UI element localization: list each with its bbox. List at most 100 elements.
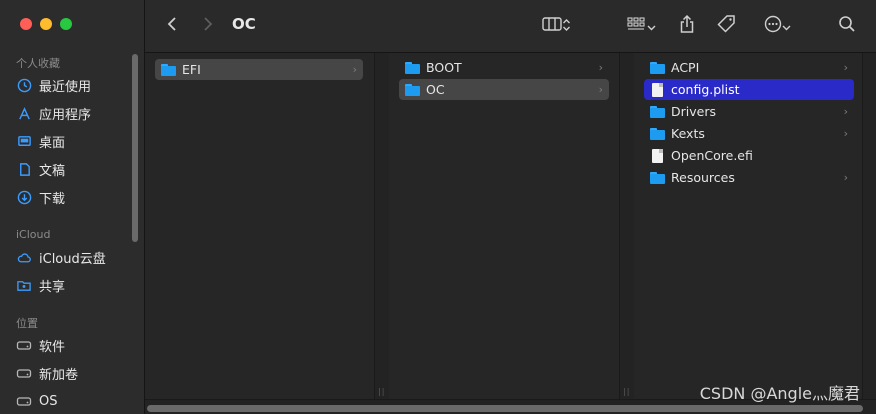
item-name: Drivers <box>671 104 716 119</box>
item-name: Kexts <box>671 126 705 141</box>
tag-button[interactable] <box>715 14 739 38</box>
sidebar-item-drive-os[interactable]: OS <box>16 390 57 412</box>
sidebar-item-label: iCloud云盘 <box>39 251 106 267</box>
list-item-efi[interactable]: EFI › <box>155 59 363 80</box>
folder-icon <box>650 127 665 140</box>
forward-button[interactable] <box>197 14 219 38</box>
list-item-kexts[interactable]: Kexts › <box>644 123 854 144</box>
list-item-oc[interactable]: OC › <box>399 79 609 100</box>
sidebar-item-icloud-drive[interactable]: iCloud云盘 <box>16 246 106 268</box>
sidebar-heading-favorites: 个人收藏 <box>16 57 60 70</box>
item-name: OC <box>426 82 445 97</box>
sidebar-scrollbar[interactable] <box>132 54 138 242</box>
column-divider[interactable] <box>862 53 876 400</box>
more-actions-button[interactable] <box>757 14 797 38</box>
sidebar-item-downloads[interactable]: 下载 <box>16 186 65 208</box>
minimize-button[interactable] <box>40 18 52 30</box>
window-controls <box>20 18 72 30</box>
chevron-down-icon <box>647 17 656 36</box>
drive-icon <box>16 337 32 353</box>
drive-icon <box>16 393 32 409</box>
zoom-button[interactable] <box>60 18 72 30</box>
chevron-right-icon: › <box>843 61 848 74</box>
drive-icon <box>16 365 32 381</box>
list-item-opencore-efi[interactable]: OpenCore.efi <box>644 145 854 166</box>
sidebar-item-label: 下载 <box>39 191 66 207</box>
sidebar-item-drive-new-volume[interactable]: 新加卷 <box>16 362 78 384</box>
file-icon <box>652 82 663 97</box>
item-name: OpenCore.efi <box>671 148 753 163</box>
column-divider[interactable]: || <box>374 53 390 400</box>
chevron-right-icon: › <box>352 63 357 76</box>
finder-window: 个人收藏 最近使用 应用程序 桌面 文稿 下载 iCloud iCloud云盘 … <box>0 0 876 414</box>
list-item-boot[interactable]: BOOT › <box>399 57 609 78</box>
item-name: ACPI <box>671 60 700 75</box>
sidebar: 个人收藏 最近使用 应用程序 桌面 文稿 下载 iCloud iCloud云盘 … <box>0 0 145 414</box>
columns-view-icon <box>541 16 562 36</box>
file-icon <box>652 148 663 163</box>
tag-icon <box>717 14 737 38</box>
column-2: BOOT › OC › <box>389 53 619 400</box>
horizontal-scrollbar[interactable] <box>147 405 863 412</box>
chevron-right-icon: › <box>843 171 848 184</box>
sidebar-item-label: 桌面 <box>39 135 66 151</box>
list-item-drivers[interactable]: Drivers › <box>644 101 854 122</box>
desktop-icon <box>16 133 32 149</box>
column-divider[interactable]: || <box>619 53 635 400</box>
clock-icon <box>16 77 32 93</box>
sidebar-heading-icloud: iCloud <box>16 228 51 241</box>
item-name: BOOT <box>426 60 462 75</box>
column-3: ACPI › config.plist Drivers › Kexts › Op… <box>634 53 862 400</box>
sidebar-item-label: 应用程序 <box>39 107 92 123</box>
folder-icon <box>161 63 176 76</box>
folder-icon <box>650 61 665 74</box>
folder-icon <box>650 171 665 184</box>
back-button[interactable] <box>161 14 183 38</box>
chevron-left-icon <box>167 16 177 36</box>
sidebar-item-desktop[interactable]: 桌面 <box>16 130 65 152</box>
view-mode-button[interactable] <box>536 14 576 38</box>
shared-folder-icon <box>16 277 32 293</box>
watermark: CSDN @Angle灬魔君 <box>699 384 860 403</box>
sidebar-item-applications[interactable]: 应用程序 <box>16 102 91 124</box>
item-name: config.plist <box>671 82 740 97</box>
list-item-acpi[interactable]: ACPI › <box>644 57 854 78</box>
sidebar-heading-locations: 位置 <box>16 317 38 330</box>
sidebar-item-label: 最近使用 <box>39 79 92 95</box>
search-button[interactable] <box>835 14 859 38</box>
list-item-resources[interactable]: Resources › <box>644 167 854 188</box>
sidebar-item-label: 文稿 <box>39 163 66 179</box>
close-button[interactable] <box>20 18 32 30</box>
sidebar-item-recents[interactable]: 最近使用 <box>16 74 91 96</box>
sidebar-item-drive-software[interactable]: 软件 <box>16 334 65 356</box>
share-icon <box>679 14 695 38</box>
group-button[interactable] <box>621 14 661 38</box>
sidebar-item-documents[interactable]: 文稿 <box>16 158 65 180</box>
sidebar-item-label: 共享 <box>39 279 66 295</box>
sidebar-item-shared[interactable]: 共享 <box>16 274 65 296</box>
toolbar: OC <box>145 0 876 53</box>
item-name: Resources <box>671 170 735 185</box>
folder-icon <box>405 83 420 96</box>
document-icon <box>16 161 32 177</box>
list-item-config-plist[interactable]: config.plist <box>644 79 854 100</box>
sidebar-item-label: 软件 <box>39 339 66 355</box>
chevron-down-icon <box>782 17 791 36</box>
item-name: EFI <box>182 62 201 77</box>
grid-icon <box>626 16 647 36</box>
chevron-right-icon: › <box>843 127 848 140</box>
chevron-right-icon: › <box>843 105 848 118</box>
chevron-right-icon: › <box>598 83 603 96</box>
folder-icon <box>650 105 665 118</box>
cloud-icon <box>16 249 32 265</box>
chevron-up-down-icon <box>562 17 571 36</box>
chevron-right-icon <box>203 16 213 36</box>
ellipsis-circle-icon <box>764 15 782 37</box>
applications-icon <box>16 105 32 121</box>
folder-icon <box>405 61 420 74</box>
column-1: EFI › <box>145 53 374 400</box>
sidebar-item-label: 新加卷 <box>39 367 79 383</box>
share-button[interactable] <box>675 14 699 38</box>
search-icon <box>838 15 856 37</box>
sidebar-item-label: OS <box>39 393 58 409</box>
